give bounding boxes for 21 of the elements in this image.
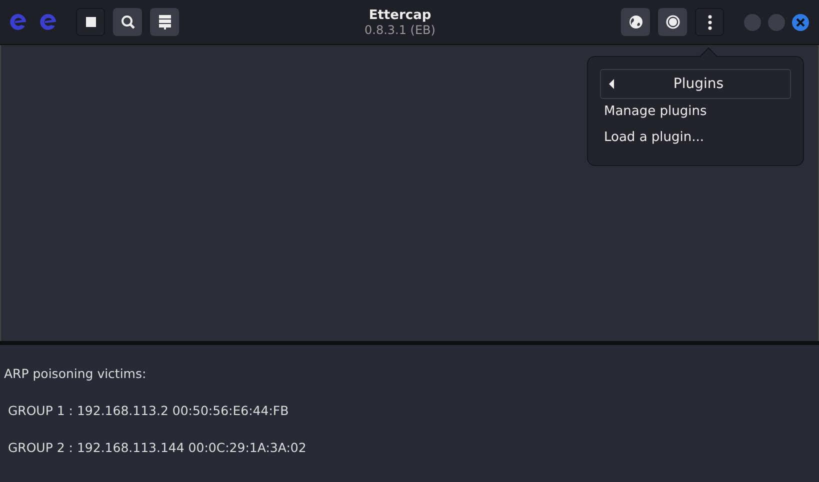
toolbar-button[interactable]	[150, 8, 179, 36]
toolbar-button[interactable]	[113, 8, 142, 36]
toolbar-button[interactable]	[621, 8, 650, 36]
window-title: Ettercap	[368, 8, 432, 22]
search-icon	[118, 13, 136, 31]
log-line: GROUP 1 : 192.168.113.2 00:50:56:E6:44:FB	[6, 402, 290, 419]
toolbar-button[interactable]	[695, 8, 724, 36]
back-icon	[609, 79, 615, 89]
record-icon	[664, 13, 682, 31]
log-line: GROUP 2 : 192.168.113.144 00:0C:29:1A:3A:02	[6, 439, 308, 456]
menu-item[interactable]: Manage plugins	[600, 99, 791, 125]
menu-icon	[708, 14, 712, 30]
close-icon	[796, 18, 805, 26]
globe-icon	[626, 13, 644, 31]
submenu-back-button[interactable]: Plugins	[600, 69, 791, 99]
toolbar-button[interactable]	[76, 8, 105, 36]
close-button[interactable]	[792, 14, 809, 30]
window-subtitle: 0.8.3.1 (EB)	[364, 22, 436, 36]
log-line: ARP poisoning victims:	[4, 365, 148, 382]
menu-item[interactable]: Load a plugin...	[600, 125, 791, 151]
toolbar-button[interactable]	[658, 8, 687, 36]
